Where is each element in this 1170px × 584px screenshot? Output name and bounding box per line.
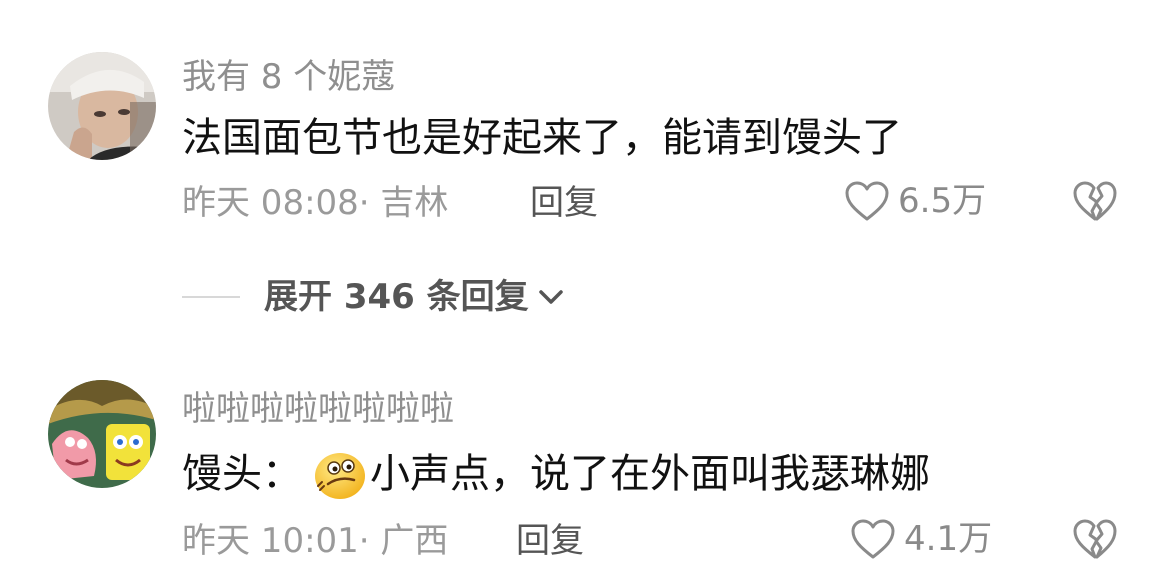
like-button[interactable]: 6.5万 [844,180,986,222]
like-button[interactable]: 4.1万 [850,518,992,560]
comment-text-suffix: 小声点，说了在外面叫我瑟琳娜 [370,451,930,497]
like-count: 4.1万 [904,519,993,559]
comment-item: 啦啦啦啦啦啦啦啦 馒头： 小声点，说了在外面叫我瑟琳娜 昨天 10:01· 广西… [0,350,1170,584]
like-count: 6.5万 [898,181,987,221]
comment-meta: 昨天 10:01· 广西 [182,524,448,558]
divider-line [182,296,240,298]
expand-replies-label: 展开 346 条回复 [264,277,529,317]
comment-text-prefix: 馒头： [182,451,302,497]
heart-outline-icon [845,181,889,221]
username[interactable]: 啦啦啦啦啦啦啦啦 [182,392,454,426]
broken-heart-icon [1073,519,1117,559]
heart-outline-icon [851,519,895,559]
user-photo-avatar [48,52,156,160]
username[interactable]: 我有 8 个妮蔻 [182,60,395,94]
comment-time: 昨天 10:01 [182,521,359,561]
reply-button[interactable]: 回复 [530,186,598,220]
broken-heart-icon [1073,181,1117,221]
comment-text: 馒头： 小声点，说了在外面叫我瑟琳娜 [182,446,930,502]
comment-text: 法国面包节也是好起来了，能请到馒头了 [182,115,902,161]
smirk-emoji [315,453,365,499]
dislike-button[interactable] [1072,180,1118,226]
comment-location: · 广西 [358,521,449,561]
dislike-button[interactable] [1072,518,1118,564]
comment-item: 我有 8 个妮蔻 法国面包节也是好起来了，能请到馒头了 昨天 08:08· 吉林… [0,0,1170,240]
chevron-down-icon [538,290,563,304]
comment-location: · 吉林 [358,183,449,223]
expand-replies-button[interactable]: 展开 346 条回复 [182,280,565,314]
avatar[interactable] [48,52,156,160]
comment-meta: 昨天 08:08· 吉林 [182,186,448,220]
comment-time: 昨天 08:08 [182,183,359,223]
avatar[interactable] [48,380,156,488]
cartoon-avatar [48,380,156,488]
reply-button[interactable]: 回复 [516,524,584,558]
